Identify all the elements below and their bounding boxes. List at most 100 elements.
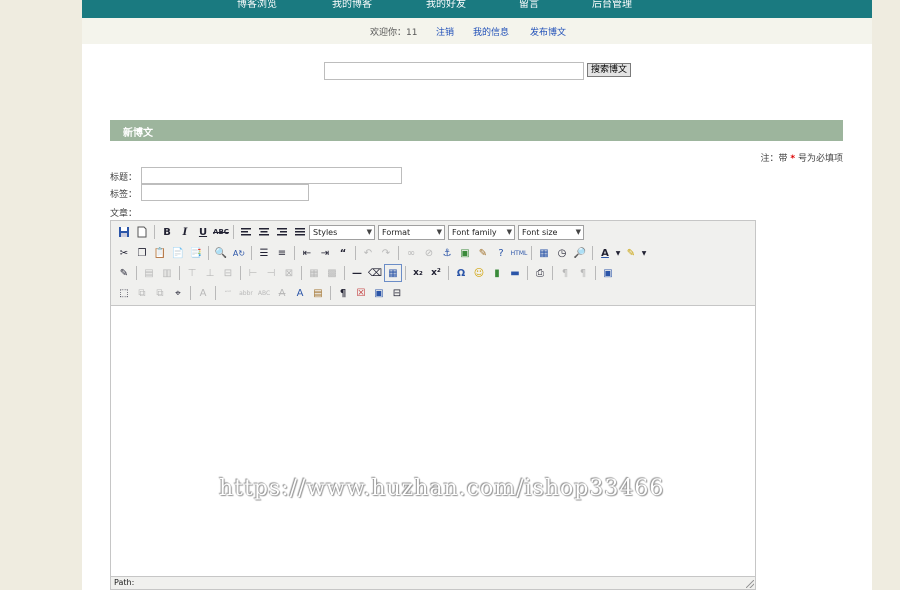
align-right-icon[interactable] [273, 223, 291, 241]
row-after-icon[interactable]: ⊥ [201, 264, 219, 282]
styleprops-icon[interactable]: A [194, 284, 212, 302]
styles-select[interactable]: Styles ▼ [309, 224, 375, 240]
visual-chars-icon[interactable]: ¶ [334, 284, 352, 302]
preview-icon[interactable]: 🔎 [571, 244, 589, 262]
table-row-props-icon[interactable]: ▤ [140, 264, 158, 282]
subscript-icon[interactable]: x₂ [409, 264, 427, 282]
align-center-icon[interactable] [255, 223, 273, 241]
nav-item-blog-browse[interactable]: 博客浏览 [237, 0, 277, 10]
col-before-icon[interactable]: ⊢ [244, 264, 262, 282]
paste-icon[interactable]: 📋 [151, 244, 169, 262]
move-backward-icon[interactable]: ⧉ [151, 284, 169, 302]
absolute-icon[interactable]: ⌖ [169, 284, 187, 302]
non-breaking-icon[interactable]: ☒ [352, 284, 370, 302]
rtl-icon[interactable]: ¶ [574, 264, 592, 282]
bullet-list-icon[interactable]: ☰ [255, 244, 273, 262]
special-char-icon[interactable]: Ω [452, 264, 470, 282]
link-icon[interactable]: ∞ [402, 244, 420, 262]
cite-icon[interactable]: “” [219, 284, 237, 302]
edit-css-icon[interactable]: ✎ [115, 264, 133, 282]
text-color-icon[interactable]: A [596, 244, 614, 262]
format-select[interactable]: Format ▼ [378, 224, 445, 240]
ltr-icon[interactable]: ¶ [556, 264, 574, 282]
italic-icon[interactable]: I [176, 223, 194, 241]
blockquote-icon[interactable]: “ [334, 244, 352, 262]
copy-icon[interactable]: ❐ [133, 244, 151, 262]
media-icon[interactable]: ▮ [488, 264, 506, 282]
toolbar-separator [215, 286, 216, 300]
chevron-down-icon[interactable]: ▼ [640, 244, 648, 262]
paste-word-icon[interactable]: 📑 [187, 244, 205, 262]
nav-item-messages[interactable]: 留言 [519, 0, 539, 10]
help-icon[interactable]: ? [492, 244, 510, 262]
merge-cells-icon[interactable]: ▩ [323, 264, 341, 282]
insert-date-icon[interactable]: ▦ [535, 244, 553, 262]
remove-format-icon[interactable]: ⌫ [366, 264, 384, 282]
toolbar-row-4: ⬚ ⧉ ⧉ ⌖ A “” abbr ABC A A ▤ ¶ ☒ ▣ ⊟ [115, 284, 406, 302]
logout-link[interactable]: 注销 [436, 25, 454, 38]
my-info-link[interactable]: 我的信息 [473, 25, 509, 38]
page-break-icon[interactable]: ⊟ [388, 284, 406, 302]
tags-input[interactable] [141, 184, 309, 201]
publish-post-link[interactable]: 发布博文 [530, 25, 566, 38]
cut-icon[interactable]: ✂ [115, 244, 133, 262]
paste-text-icon[interactable]: 📄 [169, 244, 187, 262]
abbr-icon[interactable]: abbr [237, 284, 255, 302]
align-left-icon[interactable] [237, 223, 255, 241]
resize-handle-icon[interactable] [746, 580, 754, 588]
bold-icon[interactable]: B [158, 223, 176, 241]
image-icon[interactable]: ▣ [456, 244, 474, 262]
undo-icon[interactable]: ↶ [359, 244, 377, 262]
anchor-icon[interactable]: ⚓ [438, 244, 456, 262]
delete-text-icon[interactable]: A [273, 284, 291, 302]
numbered-list-icon[interactable]: ≡ [273, 244, 291, 262]
outdent-icon[interactable]: ⇤ [298, 244, 316, 262]
font-family-select[interactable]: Font family ▼ [448, 224, 515, 240]
html-source-icon[interactable]: HTML [510, 244, 528, 262]
delete-row-icon[interactable]: ⊟ [219, 264, 237, 282]
row-before-icon[interactable]: ⊤ [183, 264, 201, 282]
cleanup-icon[interactable]: ✎ [474, 244, 492, 262]
font-size-select[interactable]: Font size ▼ [518, 224, 584, 240]
nav-item-my-blog[interactable]: 我的博客 [332, 0, 372, 10]
unlink-icon[interactable]: ⊘ [420, 244, 438, 262]
chevron-down-icon[interactable]: ▼ [614, 244, 622, 262]
underline-icon[interactable]: U [194, 223, 212, 241]
nav-item-admin[interactable]: 后台管理 [592, 0, 632, 10]
split-cells-icon[interactable]: ▦ [305, 264, 323, 282]
save-icon[interactable] [115, 223, 133, 241]
print-icon[interactable]: ⎙ [531, 264, 549, 282]
new-document-icon[interactable] [133, 223, 151, 241]
insert-text-icon[interactable]: A [291, 284, 309, 302]
chevron-down-icon: ▼ [436, 227, 442, 236]
advanced-hr-icon[interactable]: ▬ [506, 264, 524, 282]
acronym-icon[interactable]: ABC [255, 284, 273, 302]
nav-item-my-friends[interactable]: 我的好友 [426, 0, 466, 10]
template-icon[interactable]: ▣ [370, 284, 388, 302]
replace-icon[interactable]: A↻ [230, 244, 248, 262]
strikethrough-icon[interactable]: ABC [212, 223, 230, 241]
superscript-icon[interactable]: x² [427, 264, 445, 282]
indent-icon[interactable]: ⇥ [316, 244, 334, 262]
horizontal-rule-icon[interactable]: — [348, 264, 366, 282]
align-justify-icon[interactable] [291, 223, 309, 241]
background-color-icon[interactable]: ✎ [622, 244, 640, 262]
emoticon-icon[interactable]: ☺ [470, 264, 488, 282]
search-button[interactable]: 搜索博文 [587, 63, 631, 77]
table-cell-props-icon[interactable]: ▥ [158, 264, 176, 282]
attributes-icon[interactable]: ▤ [309, 284, 327, 302]
visual-aid-icon[interactable]: ▦ [384, 264, 402, 282]
search-input[interactable] [324, 62, 584, 80]
move-forward-icon[interactable]: ⧉ [133, 284, 151, 302]
col-after-icon[interactable]: ⊣ [262, 264, 280, 282]
redo-icon[interactable]: ↷ [377, 244, 395, 262]
fullscreen-icon[interactable]: ▣ [599, 264, 617, 282]
toolbar-separator [154, 225, 155, 239]
delete-col-icon[interactable]: ⊠ [280, 264, 298, 282]
chevron-down-icon: ▼ [575, 227, 581, 236]
title-input[interactable] [141, 167, 402, 184]
editor-content-area[interactable]: https://www.huzhan.com/ishop33466 [111, 305, 755, 577]
insert-layer-icon[interactable]: ⬚ [115, 284, 133, 302]
insert-time-icon[interactable]: ◷ [553, 244, 571, 262]
find-icon[interactable]: 🔍 [212, 244, 230, 262]
